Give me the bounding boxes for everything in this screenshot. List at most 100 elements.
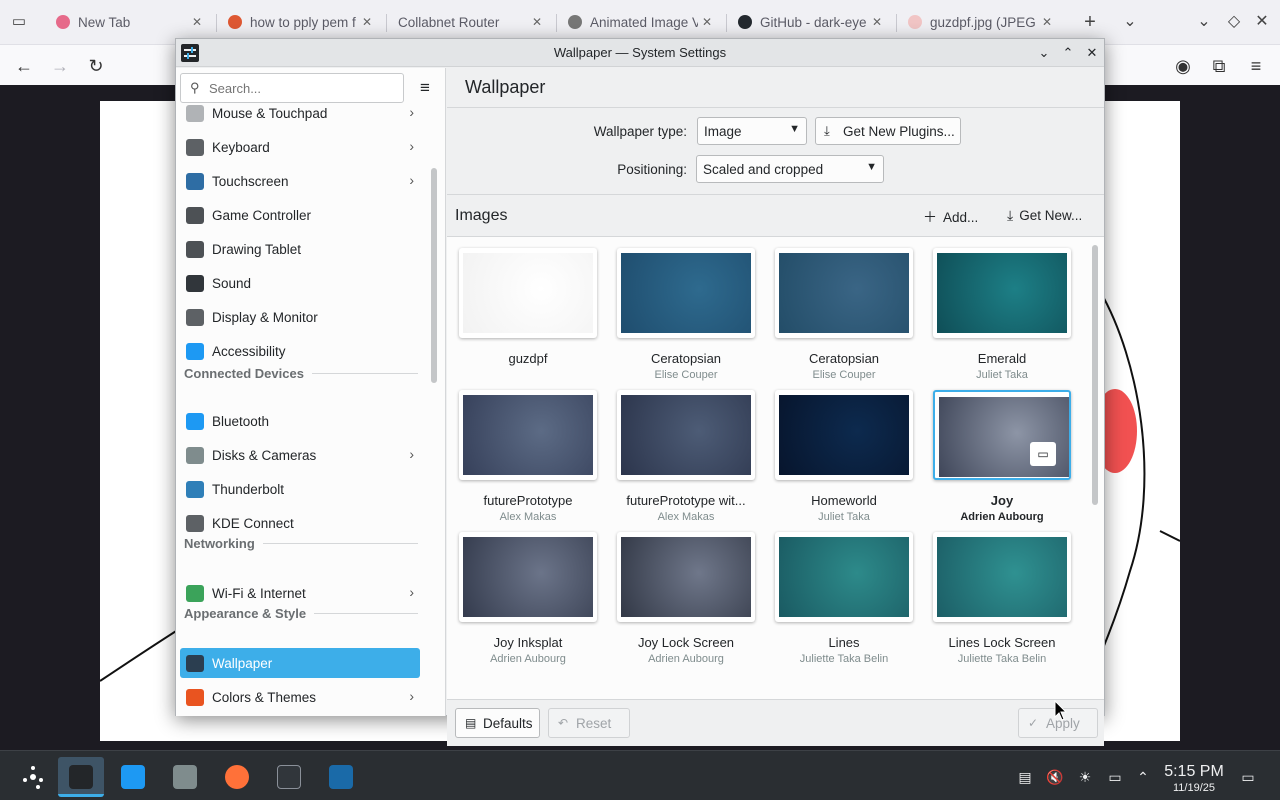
close-icon[interactable]: ✕ xyxy=(358,15,376,29)
minimize-chevron-icon[interactable]: ⌄ xyxy=(1192,10,1216,34)
wallpaper-card[interactable]: Ceratopsian Elise Couper xyxy=(771,248,929,386)
sidebar-item-thunderbolt[interactable]: Thunderbolt xyxy=(180,474,420,504)
sidebar-item-mouse-touchpad[interactable]: Mouse & Touchpad › xyxy=(180,98,420,128)
wallpaper-card[interactable]: futurePrototype wit... Alex Makas xyxy=(613,390,771,528)
close-icon[interactable]: ✕ xyxy=(698,15,716,29)
sidebar-item-sound[interactable]: Sound xyxy=(180,268,420,298)
sidebar-scrollbar[interactable] xyxy=(431,168,437,383)
taskbar-konsole[interactable] xyxy=(266,757,312,797)
wallpaper-thumbnail[interactable] xyxy=(617,532,755,622)
wallpaper-card[interactable]: Joy Inksplat Adrien Aubourg xyxy=(455,532,613,670)
get-new-wallpapers-button[interactable]: ⤓ Get New... xyxy=(1007,207,1082,227)
wallpaper-card[interactable]: Emerald Juliet Taka xyxy=(929,248,1087,386)
wallpaper-author: Alex Makas xyxy=(499,511,557,523)
wallpaper-thumbnail[interactable] xyxy=(775,248,913,338)
page-title: Wallpaper xyxy=(465,77,546,97)
reset-button[interactable]: ↶ Reset xyxy=(548,708,630,738)
grid-scrollbar[interactable] xyxy=(1092,245,1098,505)
taskbar-network-app[interactable] xyxy=(162,757,208,797)
open-folder-icon[interactable]: ▭ xyxy=(1030,442,1056,466)
close-icon[interactable]: ✕ xyxy=(1038,15,1056,29)
wallpaper-card[interactable]: Homeworld Juliet Taka xyxy=(771,390,929,528)
browser-close-icon[interactable]: ✕ xyxy=(1250,10,1274,34)
back-arrow-icon[interactable]: ← xyxy=(11,53,37,79)
sidebar-item-label: Touchscreen xyxy=(212,174,289,189)
wallpaper-thumbnail[interactable] xyxy=(933,248,1071,338)
account-icon[interactable]: ◉ xyxy=(1170,53,1196,79)
network-icon[interactable]: ▭ xyxy=(1105,767,1125,787)
wallpaper-thumbnail[interactable] xyxy=(617,390,755,480)
sidebar-item-keyboard[interactable]: Keyboard › xyxy=(180,132,420,162)
sidebar-item-bluetooth[interactable]: Bluetooth xyxy=(180,406,420,436)
forward-arrow-icon[interactable]: → xyxy=(47,53,73,79)
sidebar-item-wi-fi-internet[interactable]: Wi-Fi & Internet › xyxy=(180,578,420,608)
wallpaper-thumbnail[interactable] xyxy=(459,532,597,622)
tab-list-icon[interactable]: ▭ xyxy=(8,12,30,32)
sidebar-item-label: Accessibility xyxy=(212,344,286,359)
clipboard-icon[interactable]: ▤ xyxy=(1015,767,1035,787)
sidebar-item-colors-themes[interactable]: Colors & Themes › xyxy=(180,682,420,712)
new-tab-icon[interactable]: + xyxy=(1078,10,1102,34)
search-input[interactable] xyxy=(209,79,394,97)
volume-muted-icon[interactable]: 🔇 xyxy=(1045,767,1065,787)
positioning-select[interactable]: Scaled and cropped ▼ xyxy=(696,155,884,183)
sidebar-item-kde-connect[interactable]: KDE Connect xyxy=(180,508,420,538)
close-icon[interactable]: ✕ xyxy=(868,15,886,29)
tab-how-to-pply[interactable]: how to pply pem f ✕ xyxy=(218,4,386,40)
wallpaper-thumbnail[interactable] xyxy=(617,248,755,338)
get-new-plugins-button[interactable]: ⤓ Get New Plugins... xyxy=(815,117,961,145)
taskbar-system-settings[interactable] xyxy=(58,757,104,797)
close-icon[interactable]: ✕ xyxy=(188,15,206,29)
wallpaper-card[interactable]: guzdpf xyxy=(455,248,613,386)
window-titlebar[interactable]: Wallpaper — System Settings ⌄ ⌃ ✕ xyxy=(176,39,1104,67)
wallpaper-name: Joy Inksplat xyxy=(493,635,563,650)
sidebar-item-touchscreen[interactable]: Touchscreen › xyxy=(180,166,420,196)
clock[interactable]: 5:15 PM 11/19/25 xyxy=(1160,763,1228,794)
wallpaper-type-select[interactable]: Image ▼ xyxy=(697,117,807,145)
window-close-icon[interactable]: ✕ xyxy=(1082,43,1102,63)
tab-new-tab[interactable]: New Tab ✕ xyxy=(46,4,216,40)
defaults-button[interactable]: ▤ Defaults xyxy=(455,708,540,738)
sidebar-item-drawing-tablet[interactable]: Drawing Tablet xyxy=(180,234,420,264)
wallpaper-card[interactable]: Lines Lock Screen Juliette Taka Belin xyxy=(929,532,1087,670)
restore-diamond-icon[interactable]: ◇ xyxy=(1222,10,1246,34)
add-image-button[interactable]: ＋ Add... xyxy=(923,207,978,227)
tab-animated-image[interactable]: Animated Image V ✕ xyxy=(558,4,726,40)
wallpaper-thumbnail[interactable] xyxy=(459,390,597,480)
extensions-icon[interactable]: ⧉ xyxy=(1206,53,1232,79)
sidebar-item-display-monitor[interactable]: Display & Monitor xyxy=(180,302,420,332)
wallpaper-thumbnail[interactable] xyxy=(933,390,1071,480)
wallpaper-thumbnail[interactable] xyxy=(775,532,913,622)
reload-icon[interactable]: ↻ xyxy=(83,53,109,79)
brightness-icon[interactable]: ☀ xyxy=(1075,767,1095,787)
taskbar-firefox[interactable] xyxy=(214,757,260,797)
sidebar-item-accessibility[interactable]: Accessibility xyxy=(180,336,420,366)
tab-collabnet-router[interactable]: Collabnet Router ✕ xyxy=(388,4,556,40)
wallpaper-card[interactable]: futurePrototype Alex Makas xyxy=(455,390,613,528)
tray-expand-icon[interactable]: ⌃ xyxy=(1133,767,1153,787)
wallpaper-thumbnail[interactable] xyxy=(459,248,597,338)
taskbar-usb-app[interactable] xyxy=(318,757,364,797)
taskbar-discover[interactable] xyxy=(110,757,156,797)
hamburger-menu-button[interactable]: ≡ xyxy=(414,77,436,99)
hamburger-menu-icon[interactable]: ≡ xyxy=(1243,53,1269,79)
window-minimize-icon[interactable]: ⌄ xyxy=(1034,43,1054,63)
wallpaper-thumbnail[interactable] xyxy=(775,390,913,480)
wallpaper-card[interactable]: Joy Lock Screen Adrien Aubourg xyxy=(613,532,771,670)
window-maximize-icon[interactable]: ⌃ xyxy=(1058,43,1078,63)
wallpaper-preview-image xyxy=(621,537,751,617)
wallpaper-card[interactable]: Lines Juliette Taka Belin xyxy=(771,532,929,670)
application-launcher[interactable] xyxy=(10,757,56,797)
close-icon[interactable]: ✕ xyxy=(528,15,546,29)
tab-guzdpf-jpg[interactable]: guzdpf.jpg (JPEG I ✕ xyxy=(898,4,1066,40)
sidebar-item-disks-cameras[interactable]: Disks & Cameras › xyxy=(180,440,420,470)
sidebar-item-game-controller[interactable]: Game Controller xyxy=(180,200,420,230)
show-desktop-icon[interactable]: ▭ xyxy=(1238,767,1258,787)
wallpaper-thumbnail[interactable] xyxy=(933,532,1071,622)
tab-overflow-chevron-icon[interactable]: ⌄ xyxy=(1118,10,1142,34)
sidebar-item-wallpaper[interactable]: Wallpaper xyxy=(180,648,420,678)
wallpaper-form: Wallpaper type: Image ▼ ⤓ Get New Plugin… xyxy=(447,109,1104,193)
tab-github[interactable]: GitHub - dark-eye ✕ xyxy=(728,4,896,40)
wallpaper-card[interactable]: ▭ Joy Adrien Aubourg xyxy=(929,390,1087,528)
wallpaper-card[interactable]: Ceratopsian Elise Couper xyxy=(613,248,771,386)
